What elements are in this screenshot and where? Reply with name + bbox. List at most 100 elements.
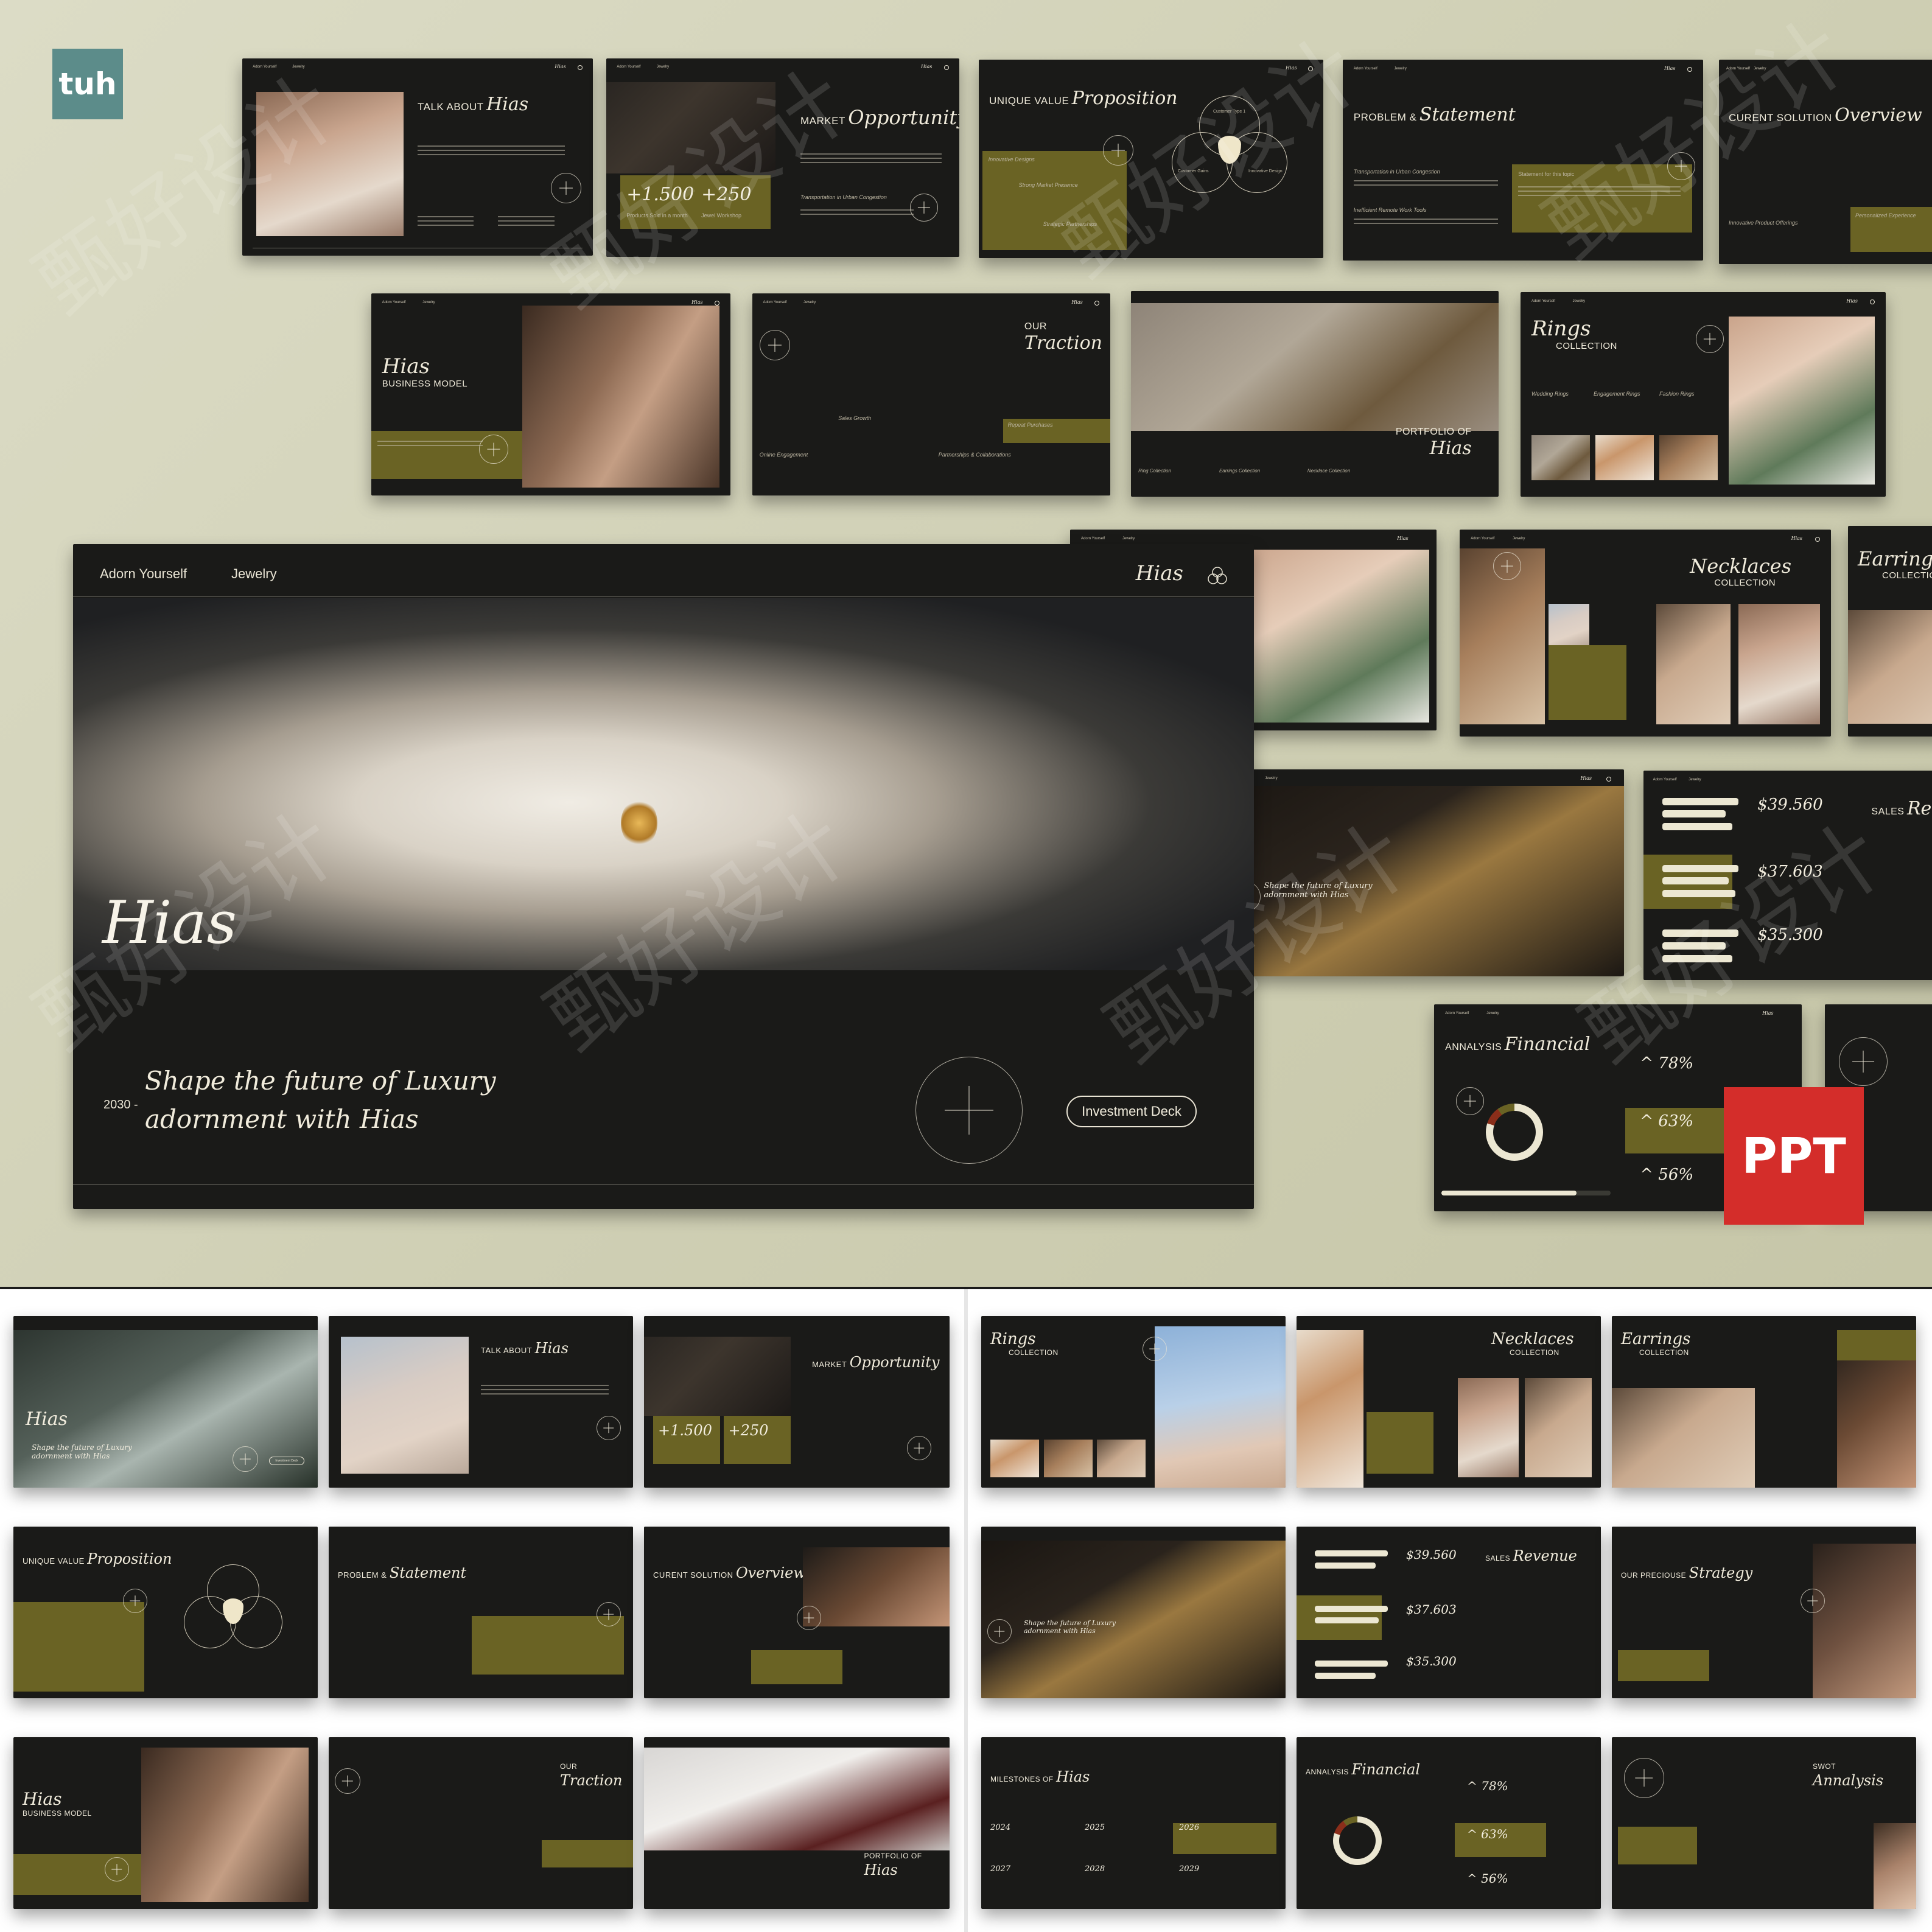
slide-necklaces-collection[interactable]: Adorn Yourself Jewelry Hias Necklaces COLLE… bbox=[1460, 530, 1831, 737]
nav-label: Jewelry bbox=[1486, 1011, 1499, 1015]
nav-label: Adorn Yourself bbox=[1353, 66, 1377, 71]
slide-rings-collection[interactable]: Rings COLLECTION bbox=[981, 1316, 1286, 1488]
percent-value: ^ 63% bbox=[1467, 1826, 1508, 1841]
chain-links-photo bbox=[1131, 303, 1499, 431]
ring-thumbnail bbox=[1595, 435, 1654, 481]
logo: Hias bbox=[1664, 65, 1676, 71]
necklace-photo bbox=[1458, 1377, 1519, 1478]
woman-photo bbox=[141, 1747, 309, 1902]
slide-milestones[interactable]: MILESTONES OF Hias 2024 2025 2026 2027 2… bbox=[981, 1737, 1286, 1909]
necklace-photo bbox=[256, 92, 404, 236]
slide-title: OUR Traction bbox=[1024, 321, 1102, 354]
slide-traction[interactable]: OUR Traction bbox=[329, 1737, 633, 1909]
slide-current-solution[interactable]: Adorn Yourself Jewelry CURENT SOLUTION Ov… bbox=[1719, 60, 1932, 264]
slide-earrings-collection[interactable]: EarringsCOLLECTION bbox=[1848, 526, 1932, 737]
star-icon bbox=[1143, 1336, 1167, 1361]
progress-bar bbox=[1441, 1191, 1611, 1195]
slide-swot[interactable]: SWOT Annalysis bbox=[1612, 1737, 1916, 1909]
slide-portfolio[interactable]: PORTFOLIO OF Hias bbox=[644, 1737, 950, 1909]
solution-panel bbox=[751, 1650, 843, 1685]
sales-bar bbox=[1662, 929, 1738, 937]
nav-label: Jewelry bbox=[656, 65, 670, 69]
slide-talk-about[interactable]: Adorn Yourself Jewelry Hias TALK ABOUT Hia… bbox=[242, 58, 593, 256]
slide-financial-analysis[interactable]: ANNALYSIS Financial ^ 78% ^ 63% ^ 56% bbox=[1297, 1737, 1601, 1909]
slide-unique-value[interactable]: Hias UNIQUE VALUE Proposition Innovative… bbox=[979, 60, 1323, 258]
necklace-photo bbox=[1525, 1377, 1592, 1478]
rings-icon bbox=[1308, 66, 1314, 72]
item-heading: Strategic Partnerships bbox=[1043, 220, 1097, 227]
slide-cover-small[interactable]: Hias Shape the future of Luxury adornment… bbox=[13, 1316, 318, 1488]
slide-sales-revenue[interactable]: $39.560 $37.603 $35.300 SALES Revenue bbox=[1297, 1527, 1601, 1698]
slide-sales-revenue[interactable]: Adorn Yourself Jewelry $39.560 $37.603 $3… bbox=[1643, 771, 1932, 980]
rings-icon bbox=[1094, 300, 1100, 306]
slide-header: Adorn Yourself Jewelry bbox=[1653, 778, 1932, 795]
percent-value: ^ 56% bbox=[1467, 1871, 1508, 1886]
slide-problem-statement[interactable]: Adorn Yourself Jewelry Hias PROBLEM & Stat… bbox=[1343, 60, 1703, 261]
slide-header: Adorn Yourself Jewelry bbox=[1726, 67, 1932, 83]
slide-cover-large[interactable]: Adorn Yourself Jewelry Hias Hias 2030 - … bbox=[73, 544, 1254, 1209]
sales-bar bbox=[1662, 877, 1729, 885]
slide-traction[interactable]: Adorn Yourself Jewelry Hias OUR Traction Re… bbox=[752, 293, 1110, 495]
investment-deck-button[interactable]: Investment Deck bbox=[269, 1457, 304, 1466]
slide-gold-chain[interactable]: Shape the future of Luxury adornment with… bbox=[981, 1527, 1286, 1698]
slide-title: OUR PRECIOUSE Strategy bbox=[1621, 1564, 1753, 1582]
logo: Hias bbox=[920, 64, 933, 70]
traction-panel bbox=[542, 1840, 633, 1868]
hands-photo bbox=[1238, 550, 1429, 723]
slide-problem-statement[interactable]: PROBLEM & Statement bbox=[329, 1527, 633, 1698]
item-heading: Necklace Collection bbox=[1307, 467, 1351, 474]
sales-value: $35.300 bbox=[1757, 925, 1823, 944]
slide-gold-chain[interactable]: Adorn YourselfJewelryHias Shape the futu… bbox=[1205, 769, 1624, 976]
star-icon bbox=[759, 329, 790, 360]
star-icon bbox=[1839, 1037, 1888, 1087]
slide-business-model[interactable]: Hias BUSINESS MODEL bbox=[13, 1737, 318, 1909]
ring-thumbnail bbox=[1531, 435, 1590, 481]
slide-title: EarringsCOLLECTION bbox=[1621, 1329, 1691, 1357]
cover-year: 2030 - bbox=[103, 1098, 138, 1111]
file-type-badge: PPT bbox=[1724, 1087, 1864, 1225]
item-heading: Online Engagement bbox=[759, 451, 808, 458]
star-icon bbox=[597, 1602, 621, 1627]
slide-unique-value[interactable]: UNIQUE VALUE Proposition bbox=[13, 1527, 318, 1698]
slide-title: CURENT SOLUTION Overview bbox=[653, 1564, 806, 1582]
slide-rings-collection[interactable]: Adorn Yourself Jewelry Hias Rings COLLECTIO… bbox=[1521, 292, 1886, 497]
paragraph bbox=[481, 1384, 609, 1398]
slide-title: PROBLEM & Statement bbox=[1353, 103, 1516, 125]
stat-label: Jewel Workshop bbox=[701, 212, 741, 219]
item-heading: Ring Collection bbox=[1138, 467, 1171, 474]
logo: Hias bbox=[1071, 299, 1083, 305]
sales-bar bbox=[1315, 1617, 1379, 1624]
investment-deck-button[interactable]: Investment Deck bbox=[1066, 1096, 1197, 1127]
slide-business-model[interactable]: Adorn Yourself Jewelry Hias Hias BUSINESS M… bbox=[371, 293, 730, 495]
rings-icon bbox=[1205, 566, 1230, 586]
slide-market-opportunity[interactable]: Adorn Yourself Jewelry Hias +1.500 Product… bbox=[606, 58, 959, 257]
ring-thumbnail bbox=[1043, 1440, 1093, 1478]
sales-bar bbox=[1315, 1550, 1388, 1557]
paragraph bbox=[498, 216, 555, 229]
nav-label: Adorn Yourself bbox=[763, 300, 787, 304]
slide-portfolio[interactable]: PORTFOLIO OF Hias Ring Collection Earring… bbox=[1131, 291, 1499, 497]
sales-bar bbox=[1662, 942, 1726, 950]
rings-icon bbox=[1870, 299, 1875, 304]
earring-photo bbox=[1612, 1388, 1755, 1488]
logo: Hias bbox=[1762, 1010, 1774, 1016]
slide-necklaces-collection[interactable]: Necklaces COLLECTION bbox=[1297, 1316, 1601, 1488]
venn-diagram: Customer Type 1 Customer Gains Innovativ… bbox=[1171, 95, 1287, 199]
item-heading: Strong Market Presence bbox=[1018, 181, 1078, 188]
item-heading: Innovative Product Offerings bbox=[1729, 220, 1798, 226]
slide-title: PROBLEM & Statement bbox=[338, 1564, 467, 1582]
nav-label: Jewelry bbox=[1513, 536, 1525, 541]
milestone-year: 2025 bbox=[1085, 1823, 1105, 1832]
sales-bar bbox=[1662, 864, 1738, 872]
slide-strategy[interactable]: OUR PRECIOUSE Strategy bbox=[1612, 1527, 1916, 1698]
slide-earrings-collection[interactable]: EarringsCOLLECTION bbox=[1612, 1316, 1916, 1488]
slide-talk-about[interactable]: TALK ABOUT Hias bbox=[329, 1316, 633, 1488]
milestone-year: 2027 bbox=[990, 1864, 1011, 1874]
slide-header: Hias bbox=[989, 65, 1314, 82]
model-photo bbox=[73, 598, 1254, 970]
logo: Hias bbox=[1397, 535, 1409, 541]
slide-market-opportunity[interactable]: +1.500 +250 MARKET Opportunity bbox=[644, 1316, 950, 1488]
sales-bar bbox=[1315, 1672, 1376, 1679]
slide-current-solution[interactable]: CURENT SOLUTION Overview bbox=[644, 1527, 950, 1698]
item-heading: Wedding Rings bbox=[1531, 391, 1569, 397]
